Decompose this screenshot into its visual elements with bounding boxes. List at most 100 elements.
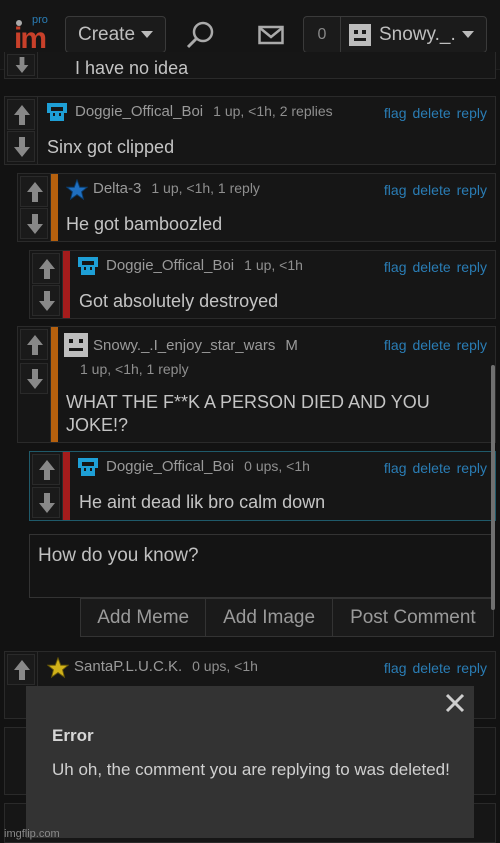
downvote-button[interactable] — [7, 131, 35, 162]
comment-actions: flag delete reply — [378, 460, 487, 476]
comment-username[interactable]: Doggie_Offical_Boi — [106, 458, 234, 475]
notification-count[interactable]: 0 — [304, 17, 341, 52]
comment-meta: Delta-3 1 up, <1h, 1 reply — [93, 180, 260, 197]
comment-username[interactable]: Snowy._.I_enjoy_star_wars — [93, 337, 275, 354]
thread-stripe — [63, 251, 70, 318]
user-avatar-icon — [64, 333, 88, 357]
create-label: Create — [78, 23, 136, 45]
flag-link[interactable]: flag — [384, 460, 407, 476]
reply-link[interactable]: reply — [457, 460, 487, 476]
upvote-button[interactable] — [32, 253, 60, 284]
downvote-button[interactable] — [7, 54, 35, 76]
thread-stripe — [51, 174, 58, 241]
comment-body: I have no idea — [75, 58, 189, 78]
chevron-down-icon — [141, 31, 154, 38]
arrow-down-icon — [14, 137, 30, 157]
vote-column — [18, 327, 51, 442]
comment-username[interactable]: Doggie_Offical_Boi — [106, 257, 234, 274]
comment-username[interactable]: Doggie_Offical_Boi — [75, 103, 203, 120]
downvote-button[interactable] — [20, 363, 48, 394]
chevron-down-icon — [461, 31, 474, 38]
delete-link[interactable]: delete — [412, 182, 450, 198]
user-menu-button[interactable]: 0 Snowy._. — [303, 16, 487, 53]
close-icon[interactable] — [444, 692, 466, 714]
flag-link[interactable]: flag — [384, 337, 407, 353]
reply-link[interactable]: reply — [457, 259, 487, 275]
comment-body: Sinx got clipped — [47, 137, 175, 157]
delete-link[interactable]: delete — [412, 337, 450, 353]
arrow-down-icon — [27, 369, 43, 389]
comment-actions: flag delete reply — [378, 337, 487, 353]
reply-textarea[interactable]: How do you know? — [29, 534, 493, 598]
comment-body: He aint dead lik bro calm down — [79, 492, 326, 512]
upvote-button[interactable] — [7, 99, 35, 130]
post-comment-button[interactable]: Post Comment — [333, 599, 493, 636]
comment-actions: flag delete reply — [378, 660, 487, 676]
upvote-button[interactable] — [20, 329, 48, 360]
downvote-button[interactable] — [32, 487, 60, 518]
arrow-up-icon — [27, 335, 43, 355]
reply-link[interactable]: reply — [457, 182, 487, 198]
comment-stats: 0 ups, <1h — [244, 458, 310, 474]
arrow-down-icon — [27, 214, 43, 234]
comment-username[interactable]: SantaP.L.U.C.K. — [74, 658, 182, 675]
flag-link[interactable]: flag — [384, 259, 407, 275]
delete-link[interactable]: delete — [412, 660, 450, 676]
delete-link[interactable]: delete — [412, 460, 450, 476]
arrow-up-icon — [14, 660, 30, 680]
search-icon[interactable] — [186, 20, 216, 50]
error-dialog: Error Uh oh, the comment you are replyin… — [26, 686, 474, 838]
comment-meta: Doggie_Offical_Boi 1 up, <1h, 2 replies — [75, 103, 333, 120]
comment-actions: flag delete reply — [378, 105, 487, 121]
comment-body: WHAT THE F**K A PERSON DIED AND YOU JOKE… — [66, 392, 430, 435]
username-label: Snowy._. — [379, 23, 456, 45]
delete-link[interactable]: delete — [412, 105, 450, 121]
comment: Delta-3 1 up, <1h, 1 reply flag delete repl… — [17, 173, 496, 242]
comment-selected: Doggie_Offical_Boi 0 ups, <1h flag delete r… — [29, 451, 496, 521]
comment-stats: 1 up, <1h, 1 reply — [80, 361, 189, 377]
vote-column — [5, 52, 38, 78]
imgflip-logo[interactable]: pro im — [14, 14, 54, 55]
flag-link[interactable]: flag — [384, 105, 407, 121]
logo-im-text: im — [14, 22, 47, 55]
user-avatar-icon — [47, 103, 67, 121]
flag-link[interactable]: flag — [384, 182, 407, 198]
reply-link[interactable]: reply — [457, 660, 487, 676]
add-meme-button[interactable]: Add Meme — [81, 599, 207, 636]
thread-stripe — [63, 452, 70, 520]
thread-stripe — [51, 327, 58, 442]
downvote-button[interactable] — [32, 285, 60, 316]
comment-meta: SantaP.L.U.C.K. 0 ups, <1h — [74, 658, 258, 675]
add-image-button[interactable]: Add Image — [206, 599, 333, 636]
comment-stats: 1 up, <1h, 1 reply — [151, 180, 260, 196]
arrow-down-icon — [39, 291, 55, 311]
comment-username[interactable]: Delta-3 — [93, 180, 141, 197]
comment-meta: Snowy._.I_enjoy_star_wars M — [93, 337, 298, 354]
comment-body: Got absolutely destroyed — [79, 291, 279, 311]
user-avatar-icon — [78, 458, 98, 476]
delete-link[interactable]: delete — [412, 259, 450, 275]
comment-stats: 0 ups, <1h — [192, 658, 258, 674]
upvote-button[interactable] — [7, 654, 35, 685]
comment: Doggie_Offical_Boi 1 up, <1h, 2 replies f… — [4, 96, 496, 165]
create-button[interactable]: Create — [65, 16, 166, 53]
upvote-button[interactable] — [32, 454, 60, 485]
comment: Doggie_Offical_Boi 1 up, <1h flag delete re… — [29, 250, 496, 319]
vote-column — [5, 97, 38, 164]
upvote-button[interactable] — [20, 176, 48, 207]
vote-column — [30, 251, 63, 318]
comment-stats: 1 up, <1h — [244, 257, 303, 273]
mail-icon[interactable] — [258, 24, 284, 46]
comment-actions: flag delete reply — [378, 182, 487, 198]
scrollbar[interactable] — [491, 365, 495, 610]
downvote-button[interactable] — [20, 208, 48, 239]
comment: Snowy._.I_enjoy_star_wars M 1 up, <1h, 1 … — [17, 326, 496, 443]
reply-link[interactable]: reply — [457, 105, 487, 121]
reply-link[interactable]: reply — [457, 337, 487, 353]
dialog-message: Uh oh, the comment you are replying to w… — [52, 760, 450, 779]
user-avatar-icon — [78, 257, 98, 275]
flag-link[interactable]: flag — [384, 660, 407, 676]
mod-badge: M — [285, 337, 298, 354]
comment-meta: Doggie_Offical_Boi 0 ups, <1h — [106, 458, 310, 475]
user-avatar-icon — [349, 23, 371, 46]
